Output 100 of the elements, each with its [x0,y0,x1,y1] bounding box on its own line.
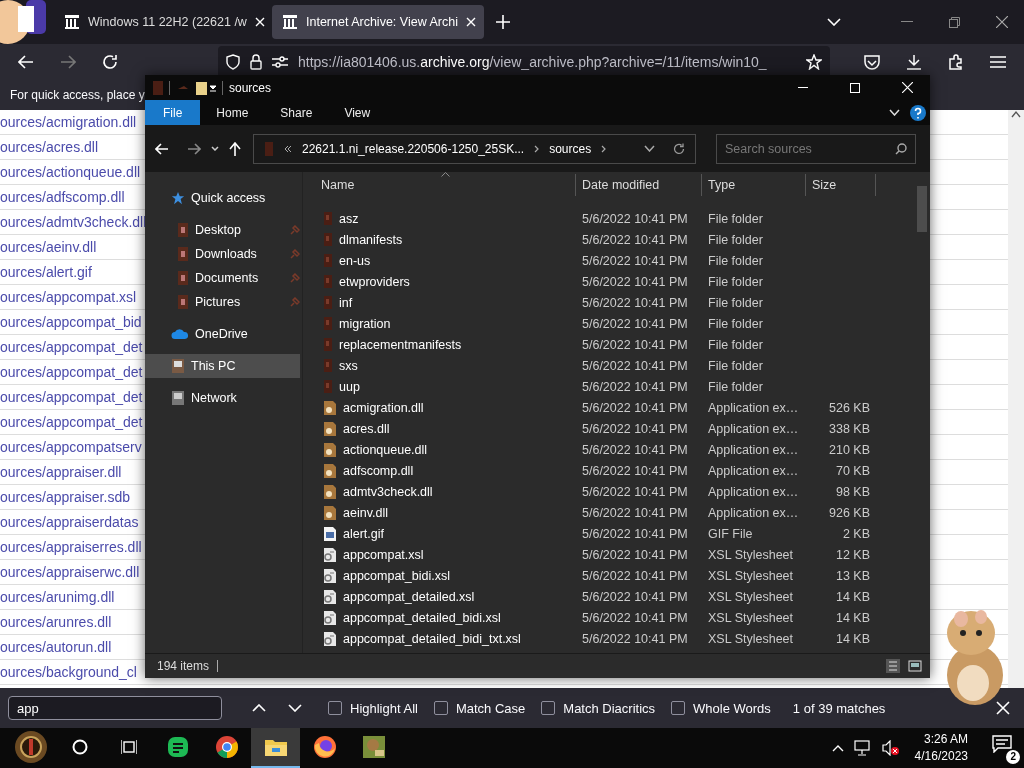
folder-icon[interactable] [263,737,288,757]
forward-icon[interactable] [187,142,201,155]
file-name[interactable]: en-us [339,253,371,268]
file-name[interactable]: inf [339,295,353,310]
file-link[interactable]: ources/arunres.dll [0,614,112,630]
scrollbar[interactable] [1008,110,1024,688]
file-link[interactable]: ources/appraiser.dll [0,464,122,480]
file-link[interactable]: ources/autorun.dll [0,639,112,655]
column-header[interactable]: Size [806,174,876,196]
nav-item[interactable]: Desktop [145,218,302,242]
firefox-icon[interactable] [312,735,337,759]
file-name[interactable]: acmigration.dll [343,400,424,415]
clock-date[interactable]: 4/16/2023 [914,748,968,765]
chevron-up-icon[interactable] [831,744,844,752]
column-header[interactable]: Type [702,174,806,196]
help-icon[interactable] [910,104,926,121]
chat-app-icon[interactable] [166,736,189,758]
refresh-icon[interactable] [673,142,685,155]
back-icon[interactable] [18,55,34,69]
file-link[interactable]: ources/acmigration.dll [0,114,137,130]
large-icons-view-icon[interactable] [908,659,922,673]
option-label[interactable]: Match Case [455,700,526,716]
find-field[interactable]: app [8,696,222,720]
new-tab-icon[interactable] [496,15,510,29]
option-label[interactable]: Highlight All [350,700,418,716]
chrome-icon[interactable] [214,735,239,759]
file-link[interactable]: ources/appcompat_det [0,414,143,430]
search-icon[interactable] [895,142,907,155]
file-link[interactable]: ources/admtv3check.dll [0,214,147,230]
breadcrumb[interactable]: 22621.1.ni_release.220506-1250_25SK... [302,141,525,156]
file-name[interactable]: etwproviders [339,274,410,289]
up-arrow-icon[interactable] [229,141,241,156]
game-icon[interactable] [361,735,386,759]
notifications-button[interactable]: 2 [990,732,1020,764]
lock-icon[interactable] [250,54,262,70]
file-link[interactable]: ources/appraiserres.dll [0,539,142,555]
file-name[interactable]: alert.gif [343,526,384,541]
file-link[interactable]: ources/appraiserdatas [0,514,139,530]
reload-icon[interactable] [102,54,118,70]
network-icon[interactable] [853,740,872,756]
file-name[interactable]: appcompat.xsl [343,547,424,562]
file-link[interactable]: ources/acres.dll [0,139,99,155]
task-view-icon[interactable] [120,739,137,755]
checkbox[interactable] [671,701,686,715]
option-label[interactable]: Match Diacritics [563,700,656,716]
checkbox[interactable] [541,701,556,715]
checkbox[interactable] [433,701,448,715]
taskbar-app[interactable] [251,728,300,768]
nav-item[interactable]: Documents [145,266,302,290]
file-link[interactable]: ources/actionqueue.dll [0,164,141,180]
file-name[interactable]: uup [339,379,360,394]
file-name[interactable]: appcompat_detailed.xsl [343,589,475,604]
file-link[interactable]: ources/appraiser.sdb [0,489,130,505]
quick-access-toolbar-icon[interactable] [176,80,216,95]
option-label[interactable]: Whole Words [693,700,771,716]
file-name[interactable]: actionqueue.dll [343,442,428,457]
file-link[interactable]: ources/appcompat_det [0,389,143,405]
breadcrumb[interactable]: sources [549,141,592,156]
file-link[interactable]: ources/alert.gif [0,264,92,280]
file-name[interactable]: adfscomp.dll [343,463,414,478]
ribbon-tab[interactable]: View [328,100,387,125]
file-link[interactable]: ources/aeinv.dll [0,239,97,255]
column-header[interactable]: Name [303,174,576,196]
permissions-icon[interactable] [272,56,288,68]
checkbox[interactable] [328,701,342,715]
file-link[interactable]: ources/appcompat_det [0,364,143,380]
file-link[interactable]: ources/appcompat.xsl [0,289,137,305]
chevron-down-icon[interactable] [644,145,655,152]
browser-tab[interactable]: Internet Archive: View Archi [272,5,484,39]
nav-item[interactable]: This PC [145,354,300,378]
star-icon[interactable] [806,54,822,70]
nav-item[interactable]: Network [145,386,302,410]
next-icon[interactable] [288,704,302,712]
shield-icon[interactable] [226,54,240,70]
nav-item[interactable]: OneDrive [145,322,302,346]
file-name[interactable]: appcompat_detailed_bidi_txt.xsl [343,631,521,646]
file-name[interactable]: acres.dll [343,421,390,436]
forward-icon[interactable] [60,55,76,69]
nav-item[interactable]: Pictures [145,290,302,314]
wheel-icon[interactable] [12,729,49,765]
address-bar[interactable]: https://ia801406.us.archive.org/view_archive.php?archive=/11/items/win10_ [218,46,830,78]
column-header[interactable]: Date modified [576,174,702,196]
minimize-icon[interactable] [901,21,913,23]
file-link[interactable]: ources/background_cl [0,664,137,680]
file-name[interactable]: aeinv.dll [343,505,388,520]
file-name[interactable]: replacementmanifests [339,337,462,352]
ribbon-tab[interactable]: Home [200,100,265,125]
back-icon[interactable] [155,142,169,155]
restore-icon[interactable] [949,16,960,28]
chevron-down-icon[interactable] [211,146,219,151]
muted-speaker-icon[interactable] [881,740,900,756]
close-icon[interactable] [996,16,1008,28]
file-name[interactable]: sxs [339,358,358,373]
previous-icon[interactable] [252,704,266,712]
file-name[interactable]: asz [339,211,359,226]
overflow-chevron-icon[interactable] [284,144,292,153]
file-name[interactable]: migration [339,316,391,331]
file-link[interactable]: ources/appraiserwc.dll [0,564,140,580]
nav-item[interactable]: Downloads [145,242,302,266]
file-name[interactable]: admtv3check.dll [343,484,433,499]
